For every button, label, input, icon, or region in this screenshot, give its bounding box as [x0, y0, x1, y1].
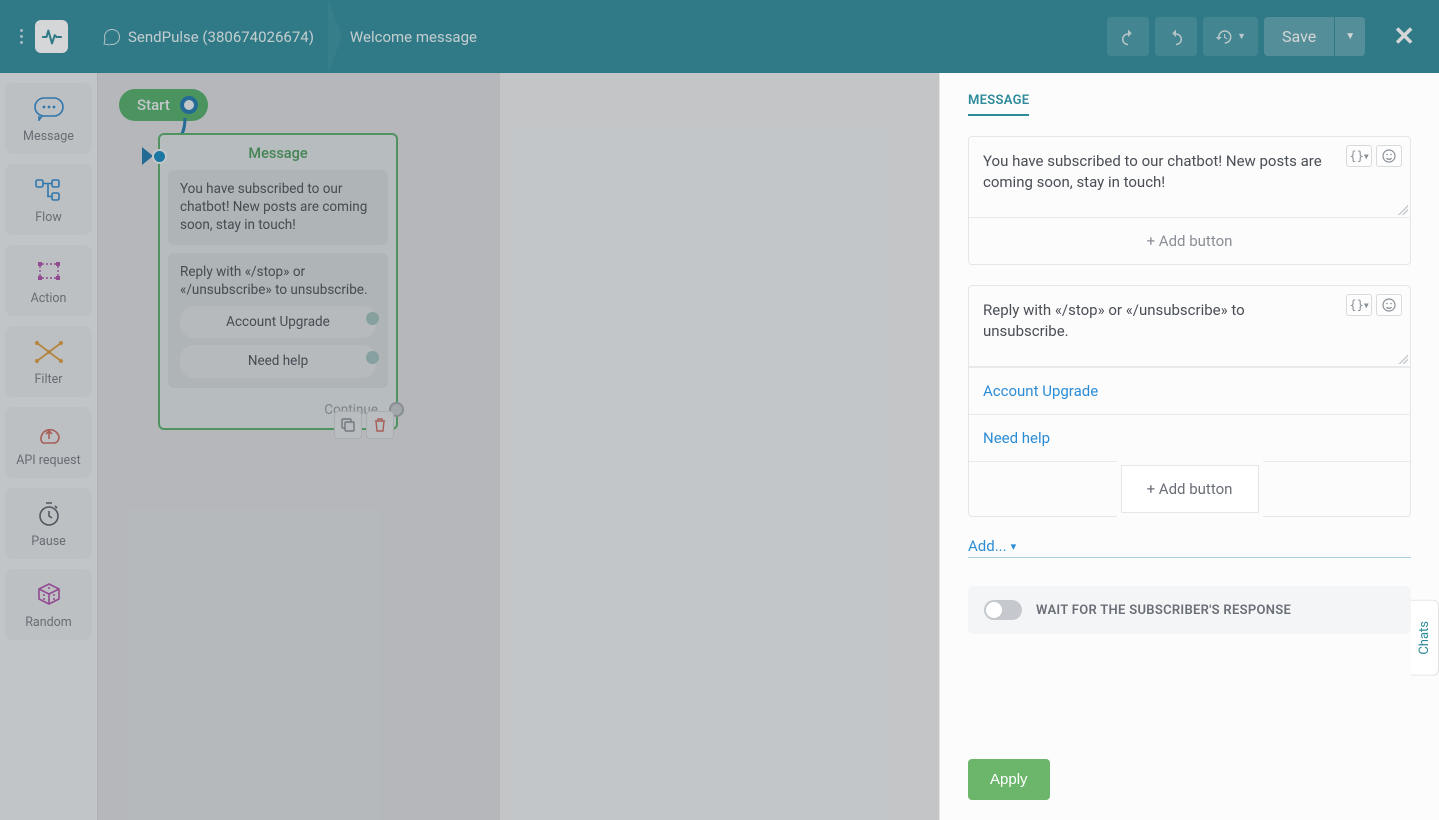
duplicate-node-button[interactable]	[334, 411, 362, 439]
textarea-tools-2: {} ▼	[1346, 294, 1402, 316]
breadcrumb-bot[interactable]: SendPulse (380674026674)	[86, 0, 332, 73]
emoji-button-2[interactable]	[1376, 294, 1402, 316]
message-textarea-2[interactable]	[969, 286, 1410, 362]
chevron-down-icon: ▼	[1364, 301, 1369, 310]
tool-message-label: Message	[23, 129, 74, 144]
add-button-2[interactable]: + Add button	[1121, 465, 1259, 513]
history-icon	[1215, 28, 1233, 46]
app-logo[interactable]	[35, 20, 68, 53]
tool-flow[interactable]: Flow	[5, 164, 92, 235]
redo-icon	[1167, 28, 1185, 46]
top-bar: SendPulse (380674026674) Welcome message…	[0, 0, 1439, 73]
start-node-port[interactable]	[180, 96, 198, 114]
wait-response-label: WAIT FOR THE SUBSCRIBER'S RESPONSE	[1036, 603, 1291, 618]
top-actions: ▼ Save ▼ ✕	[1107, 17, 1423, 56]
close-button[interactable]: ✕	[1385, 18, 1423, 56]
delete-node-button[interactable]	[366, 411, 394, 439]
api-icon	[32, 419, 66, 447]
message-panel: MESSAGE {} ▼ + Add button {} ▼	[939, 73, 1439, 820]
tool-api-request[interactable]: API request	[5, 407, 92, 478]
chats-tab[interactable]: Chats	[1411, 600, 1439, 676]
save-group: Save ▼	[1264, 17, 1365, 56]
add-element-dropdown[interactable]: Add...	[968, 537, 1411, 558]
node-button-1[interactable]: Account Upgrade	[180, 306, 376, 338]
variable-button-1[interactable]: {} ▼	[1346, 145, 1372, 167]
textarea-wrap-1: {} ▼	[969, 137, 1410, 218]
node-button-1-label: Account Upgrade	[226, 314, 330, 330]
copy-icon	[341, 418, 355, 432]
breadcrumb-flow[interactable]: Welcome message	[332, 0, 495, 73]
tool-random-label: Random	[25, 615, 72, 630]
chevron-down-icon: ▼	[1364, 152, 1369, 161]
start-node-label: Start	[137, 96, 170, 114]
menu-dots-icon[interactable]	[16, 21, 27, 52]
node-actions	[334, 411, 394, 439]
textarea-wrap-2: {} ▼	[969, 286, 1410, 367]
start-node[interactable]: Start	[119, 89, 208, 121]
node-button-2-label: Need help	[248, 353, 308, 369]
flow-icon	[32, 176, 66, 204]
trash-icon	[373, 418, 387, 432]
tool-filter-label: Filter	[35, 372, 63, 387]
node-button-1-port[interactable]	[366, 312, 379, 325]
message-block-2: Reply with «/stop» or «/unsubscribe» to …	[168, 253, 388, 388]
add-button-1[interactable]: + Add button	[969, 218, 1410, 264]
wait-response-row: WAIT FOR THE SUBSCRIBER'S RESPONSE	[968, 586, 1411, 634]
whatsapp-icon	[104, 29, 120, 45]
panel-title: MESSAGE	[968, 93, 1029, 116]
variable-button-2[interactable]: {} ▼	[1346, 294, 1372, 316]
tool-message[interactable]: Message	[5, 83, 92, 154]
node-input-port[interactable]	[152, 149, 167, 164]
tool-filter[interactable]: Filter	[5, 326, 92, 397]
action-icon	[32, 257, 66, 285]
save-caret[interactable]: ▼	[1335, 17, 1365, 56]
tool-action-label: Action	[31, 291, 67, 306]
message-group-1: {} ▼ + Add button	[968, 136, 1411, 265]
node-button-2-port[interactable]	[366, 351, 379, 364]
tool-random[interactable]: Random	[5, 569, 92, 640]
breadcrumb: SendPulse (380674026674) Welcome message	[86, 0, 495, 73]
save-button[interactable]: Save	[1264, 17, 1334, 56]
flow-canvas[interactable]: Start Message You have subscribed to our…	[98, 73, 939, 820]
panel-button-link-2[interactable]: Need help	[969, 414, 1410, 461]
breadcrumb-bot-label: SendPulse (380674026674)	[128, 28, 314, 46]
message-block-1-text: You have subscribed to our chatbot! New …	[180, 180, 376, 235]
pause-icon	[32, 500, 66, 528]
chevron-down-icon: ▼	[1237, 31, 1246, 42]
emoji-button-1[interactable]	[1376, 145, 1402, 167]
undo-button[interactable]	[1107, 17, 1149, 56]
message-icon	[32, 95, 66, 123]
pulse-icon	[41, 26, 63, 48]
undo-icon	[1119, 28, 1137, 46]
tool-action[interactable]: Action	[5, 245, 92, 316]
tool-pause[interactable]: Pause	[5, 488, 92, 559]
emoji-icon	[1382, 149, 1396, 163]
resize-handle-1[interactable]	[1398, 205, 1408, 215]
panel-button-link-1[interactable]: Account Upgrade	[969, 367, 1410, 414]
message-block-1: You have subscribed to our chatbot! New …	[168, 170, 388, 245]
random-icon	[32, 581, 66, 609]
textarea-tools-1: {} ▼	[1346, 145, 1402, 167]
message-block-2-text: Reply with «/stop» or «/unsubscribe» to …	[180, 263, 376, 299]
history-button[interactable]: ▼	[1203, 17, 1258, 56]
tool-flow-label: Flow	[35, 210, 61, 225]
node-button-2[interactable]: Need help	[180, 345, 376, 377]
emoji-icon	[1382, 298, 1396, 312]
tool-api-label: API request	[16, 453, 80, 468]
breadcrumb-flow-label: Welcome message	[350, 28, 477, 46]
wait-response-toggle[interactable]	[984, 600, 1022, 620]
tool-pause-label: Pause	[31, 534, 66, 549]
message-node[interactable]: Message You have subscribed to our chatb…	[158, 133, 398, 430]
message-group-2: {} ▼ Account Upgrade Need help + Add but…	[968, 285, 1411, 517]
filter-icon	[32, 338, 66, 366]
resize-handle-2[interactable]	[1398, 354, 1408, 364]
message-node-title: Message	[160, 135, 396, 170]
redo-button[interactable]	[1155, 17, 1197, 56]
tool-sidebar: Message Flow Action Filter API request P…	[0, 73, 98, 820]
message-textarea-1[interactable]	[969, 137, 1410, 213]
apply-button[interactable]: Apply	[968, 759, 1050, 800]
